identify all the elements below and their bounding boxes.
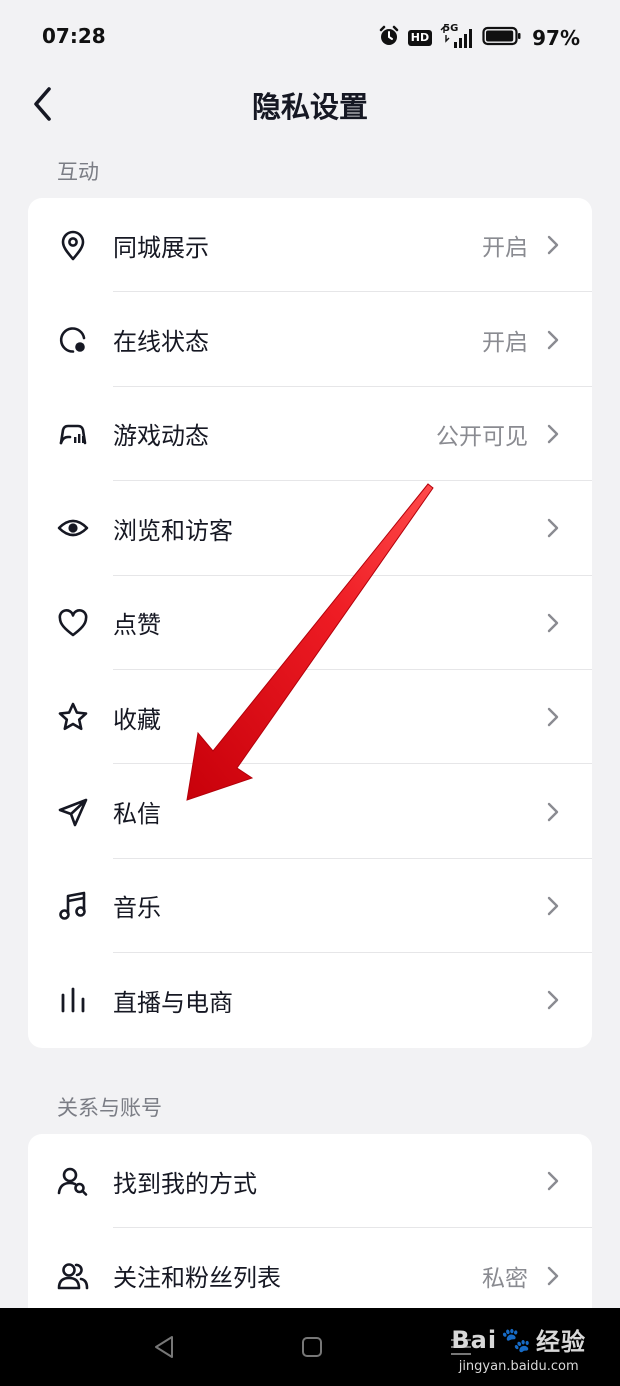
bars-icon bbox=[56, 983, 90, 1017]
row-label: 点赞 bbox=[113, 611, 161, 640]
chevron-right-icon bbox=[546, 1265, 560, 1287]
row-label: 收藏 bbox=[113, 705, 161, 734]
chevron-right-icon bbox=[546, 517, 560, 539]
status-icons: HD 5G 97% bbox=[378, 23, 580, 52]
row-label: 音乐 bbox=[113, 894, 161, 923]
battery-percent: 97% bbox=[532, 26, 580, 50]
location-pin-icon bbox=[56, 228, 90, 262]
nav-back-icon[interactable] bbox=[150, 1332, 180, 1362]
row-value: 开启 bbox=[482, 235, 528, 262]
online-status-icon bbox=[56, 323, 90, 357]
alarm-icon bbox=[378, 25, 400, 51]
signal-icon: 5G bbox=[440, 23, 474, 50]
row-value: 开启 bbox=[482, 329, 528, 356]
eye-icon bbox=[56, 511, 90, 545]
settings-row[interactable]: 浏览和访客 bbox=[28, 481, 592, 576]
chevron-right-icon bbox=[546, 706, 560, 728]
row-label: 私信 bbox=[113, 800, 161, 829]
hd-badge: HD bbox=[407, 30, 433, 46]
settings-row[interactable]: 收藏 bbox=[28, 670, 592, 765]
chevron-right-icon bbox=[546, 329, 560, 351]
row-label: 同城展示 bbox=[113, 233, 209, 262]
watermark-url: jingyan.baidu.com bbox=[458, 1359, 579, 1374]
row-label: 在线状态 bbox=[113, 328, 209, 357]
row-value: 私密 bbox=[482, 1265, 528, 1292]
status-time: 07:28 bbox=[42, 24, 106, 48]
settings-row[interactable]: 私信 bbox=[28, 764, 592, 859]
settings-row[interactable]: 直播与电商 bbox=[28, 953, 592, 1047]
battery-icon bbox=[482, 25, 522, 51]
settings-row[interactable]: 同城展示 开启 bbox=[28, 198, 592, 293]
gamepad-icon bbox=[56, 417, 90, 451]
chevron-right-icon bbox=[546, 1170, 560, 1192]
chevron-right-icon bbox=[546, 989, 560, 1011]
chevron-right-icon bbox=[546, 423, 560, 445]
chevron-right-icon bbox=[546, 234, 560, 256]
nav-bar: 隐私设置 bbox=[0, 76, 620, 132]
music-note-icon bbox=[56, 889, 90, 923]
watermark: Bai 🐾 经验 jingyan.baidu.com bbox=[451, 1322, 586, 1375]
chevron-right-icon bbox=[546, 895, 560, 917]
settings-card-relationship: 找到我的方式 关注和粉丝列表 私密 bbox=[28, 1134, 592, 1334]
section-title-interaction: 互动 bbox=[57, 160, 99, 184]
paper-plane-icon bbox=[56, 795, 90, 829]
row-label: 游戏动态 bbox=[113, 422, 209, 451]
settings-row[interactable]: 在线状态 开启 bbox=[28, 292, 592, 387]
chevron-right-icon bbox=[546, 801, 560, 823]
system-navigation-bar: Bai 🐾 经验 jingyan.baidu.com bbox=[0, 1308, 620, 1386]
settings-row[interactable]: 音乐 bbox=[28, 859, 592, 954]
settings-row[interactable]: 找到我的方式 bbox=[28, 1134, 592, 1229]
watermark-brand: Bai bbox=[451, 1325, 498, 1354]
settings-row[interactable]: 点赞 bbox=[28, 576, 592, 670]
user-search-icon bbox=[56, 1164, 90, 1198]
row-label: 找到我的方式 bbox=[113, 1169, 257, 1198]
watermark-brand-cn: 经验 bbox=[536, 1328, 586, 1356]
settings-row[interactable]: 游戏动态 公开可见 bbox=[28, 387, 592, 482]
heart-icon bbox=[56, 606, 90, 640]
users-icon bbox=[56, 1259, 90, 1293]
star-icon bbox=[56, 700, 90, 734]
row-value: 公开可见 bbox=[436, 423, 528, 450]
nav-home-icon[interactable] bbox=[297, 1332, 327, 1362]
section-title-relationship: 关系与账号 bbox=[57, 1096, 162, 1120]
row-label: 直播与电商 bbox=[113, 988, 233, 1017]
row-label: 浏览和访客 bbox=[113, 516, 233, 545]
page-title: 隐私设置 bbox=[251, 90, 368, 124]
chevron-right-icon bbox=[546, 612, 560, 634]
paw-icon: 🐾 bbox=[501, 1325, 532, 1354]
settings-card-interaction: 同城展示 开启 在线状态 开启 游戏动态 公开可见 浏览和访客 点赞 收藏 私信 音乐 直播与电商 bbox=[28, 198, 592, 1048]
row-label: 关注和粉丝列表 bbox=[113, 1264, 281, 1293]
status-bar: 07:28 HD 5G 97% bbox=[0, 0, 620, 76]
